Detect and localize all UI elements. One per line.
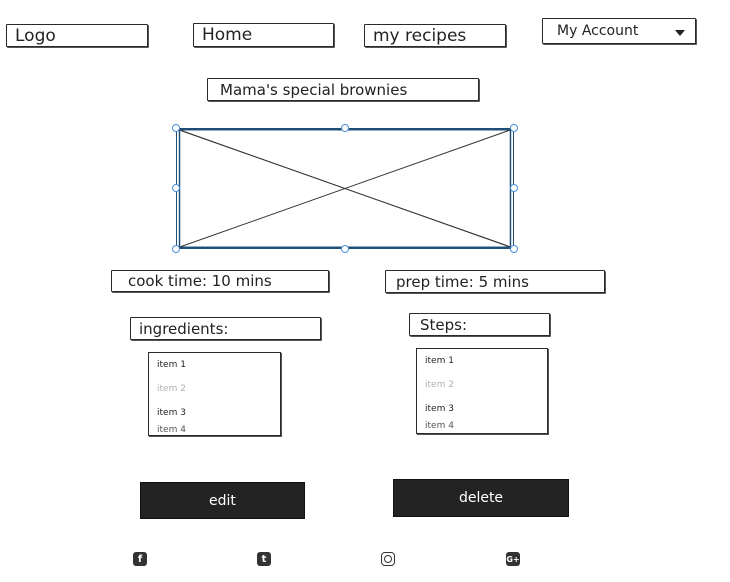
prep-time-text: prep time: 5 mins (396, 272, 530, 291)
resize-handle-icon[interactable] (172, 245, 180, 253)
resize-handle-icon[interactable] (510, 245, 518, 253)
nav-home-label: Home (202, 25, 253, 45)
image-placeholder-icon (176, 128, 514, 249)
resize-handle-icon[interactable] (172, 124, 180, 132)
recipe-title: Mama's special brownies (207, 78, 479, 101)
list-item[interactable]: item 3 (417, 397, 547, 421)
ingredients-heading-text: ingredients: (139, 319, 229, 338)
list-item[interactable]: item 1 (417, 349, 547, 373)
list-item[interactable]: item 3 (149, 401, 280, 425)
list-item[interactable]: item 4 (417, 421, 547, 431)
list-item[interactable]: item 4 (149, 425, 280, 435)
prep-time: prep time: 5 mins (385, 270, 605, 293)
list-item[interactable]: item 1 (149, 353, 280, 377)
nav-my-recipes-link[interactable]: my recipes (364, 24, 506, 47)
resize-handle-icon[interactable] (172, 184, 180, 192)
steps-heading: Steps: (409, 313, 550, 336)
ingredients-heading: ingredients: (130, 317, 321, 340)
resize-handle-icon[interactable] (341, 245, 349, 253)
resize-handle-icon[interactable] (510, 184, 518, 192)
steps-list[interactable]: item 1 item 2 item 3 item 4 (416, 348, 548, 434)
my-account-label: My Account (557, 23, 639, 39)
cook-time-text: cook time: 10 mins (128, 272, 272, 290)
nav-my-recipes-label: my recipes (373, 25, 467, 46)
twitter-icon[interactable]: t (257, 552, 271, 566)
facebook-icon[interactable]: f (133, 552, 147, 566)
logo-text: Logo (15, 25, 56, 46)
resize-handle-icon[interactable] (510, 124, 518, 132)
edit-button-label: edit (209, 492, 236, 509)
logo[interactable]: Logo (6, 24, 148, 47)
delete-button[interactable]: delete (393, 479, 569, 517)
resize-handle-icon[interactable] (341, 124, 349, 132)
edit-button[interactable]: edit (140, 482, 305, 519)
delete-button-label: delete (458, 490, 504, 506)
recipe-title-text: Mama's special brownies (220, 80, 408, 99)
nav-home-link[interactable]: Home (193, 23, 334, 47)
cook-time: cook time: 10 mins (111, 270, 329, 292)
instagram-icon[interactable] (381, 552, 395, 566)
google-plus-icon[interactable]: G+ (506, 552, 520, 566)
my-account-dropdown[interactable]: My Account (542, 18, 696, 44)
list-item[interactable]: item 2 (417, 373, 547, 397)
list-item[interactable]: item 2 (149, 377, 280, 401)
steps-heading-text: Steps: (420, 315, 468, 334)
chevron-down-icon (675, 30, 685, 36)
recipe-image-placeholder[interactable] (172, 124, 518, 253)
ingredients-list[interactable]: item 1 item 2 item 3 item 4 (148, 352, 281, 436)
